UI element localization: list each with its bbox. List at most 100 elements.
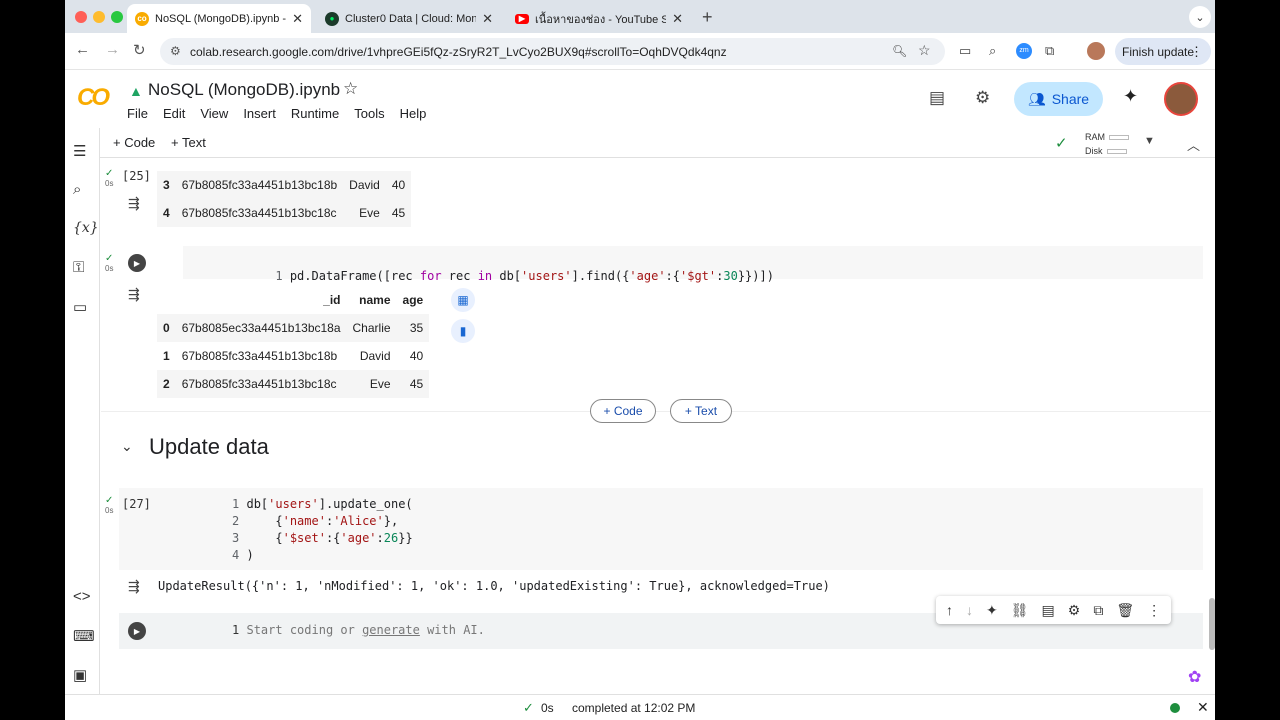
add-text-cell-button[interactable]: + Text xyxy=(171,135,206,150)
code-token: 'age' xyxy=(340,531,377,545)
cell-name: David xyxy=(359,349,391,363)
google-drive-icon[interactable]: ▲ xyxy=(129,83,143,99)
line-number: 1 xyxy=(232,623,240,637)
more-options-icon[interactable]: ⋮ xyxy=(1147,602,1161,619)
search-extension-icon[interactable]: ⌕ xyxy=(989,43,996,59)
vertical-scrollbar[interactable] xyxy=(1209,598,1215,650)
gemini-brain-icon[interactable]: ✿ xyxy=(1188,667,1201,687)
profile-avatar-small[interactable] xyxy=(1087,42,1105,60)
run-cell-button[interactable]: ▶ xyxy=(128,254,146,272)
code-token: 'users' xyxy=(521,269,572,283)
command-palette-icon[interactable]: ⌨ xyxy=(73,627,95,645)
menu-insert[interactable]: Insert xyxy=(243,106,276,121)
finish-update-button[interactable]: Finish update ⋮ xyxy=(1115,38,1211,65)
menu-tools[interactable]: Tools xyxy=(354,106,384,121)
finish-update-label: Finish update xyxy=(1122,44,1195,59)
cell-toolbar: ↑ ↓ ✦ ⛓ ▤ ⚙ ⧉ 🗑︎ ⋮ xyxy=(936,596,1172,624)
column-header-id: _id xyxy=(323,293,341,307)
menu-help[interactable]: Help xyxy=(400,106,427,121)
extensions-puzzle-icon[interactable]: ⧉ xyxy=(1045,43,1054,59)
close-tab-icon[interactable]: ✕ xyxy=(292,11,303,27)
add-text-cell-inline-button[interactable]: + Text xyxy=(670,399,732,423)
delete-trash-icon[interactable]: 🗑︎ xyxy=(1116,602,1134,619)
generate-link[interactable]: generate xyxy=(362,623,420,637)
ram-label: RAM xyxy=(1085,132,1105,142)
runtime-dropdown-icon[interactable]: ▼ xyxy=(1144,135,1155,147)
variables-icon[interactable]: {x} xyxy=(73,220,99,236)
site-info-icon[interactable]: ⚙ xyxy=(170,44,181,58)
files-folder-icon[interactable]: ▭ xyxy=(73,298,87,316)
resource-monitor[interactable]: RAM Disk xyxy=(1085,130,1129,158)
notebook-title[interactable]: NoSQL (MongoDB).ipynb xyxy=(148,80,340,100)
cell-output-text: UpdateResult({'n': 1, 'nModified': 1, 'o… xyxy=(158,579,830,593)
gemini-sparkle-icon[interactable]: ✦ xyxy=(986,602,998,619)
browser-tab-youtube[interactable]: ▶ เนื้อหาของช่อง - YouTube Studi ✕ xyxy=(507,4,691,33)
zoom-extension-icon[interactable]: zm xyxy=(1016,43,1032,59)
browser-tab-mongodb[interactable]: ● Cluster0 Data | Cloud: Mongo ✕ xyxy=(317,4,501,33)
add-code-cell-inline-button[interactable]: + Code xyxy=(590,399,656,423)
move-cell-down-icon[interactable]: ↓ xyxy=(966,602,973,618)
code-token: }, xyxy=(383,514,399,528)
table-view-icon[interactable]: ▦ xyxy=(451,288,475,312)
share-button[interactable]: 👥︎ Share xyxy=(1014,82,1103,116)
close-tab-icon[interactable]: ✕ xyxy=(482,11,493,27)
forward-icon[interactable]: → xyxy=(105,41,120,58)
comments-icon[interactable]: ▤ xyxy=(929,88,945,108)
link-icon[interactable]: ⛓ xyxy=(1011,602,1029,619)
menu-runtime[interactable]: Runtime xyxy=(291,106,339,121)
code-token: '$set' xyxy=(282,531,326,545)
close-tab-icon[interactable]: ✕ xyxy=(672,11,683,27)
tab-title: Cluster0 Data | Cloud: Mongo xyxy=(345,12,477,25)
output-actions-icon[interactable]: ⇶ xyxy=(128,286,140,303)
run-cell-button[interactable]: ▶ xyxy=(128,622,146,640)
code-token: ) xyxy=(246,548,254,562)
output-actions-icon[interactable]: ⇶ xyxy=(128,195,140,212)
maximize-window-button[interactable] xyxy=(111,11,123,23)
table-of-contents-icon[interactable]: ☰ xyxy=(73,142,86,160)
collapse-section-chevron-icon[interactable]: ⌄ xyxy=(121,438,133,455)
address-bar[interactable]: ⚙ colab.research.google.com/drive/1vhpre… xyxy=(160,38,945,65)
menu-edit[interactable]: Edit xyxy=(163,106,185,121)
status-check-icon: ✓ xyxy=(523,700,534,715)
output-actions-icon[interactable]: ⇶ xyxy=(128,578,140,595)
terminal-icon[interactable]: ▣ xyxy=(73,666,87,684)
tab-search-icon[interactable]: ⌄ xyxy=(1189,6,1211,28)
back-icon[interactable]: ← xyxy=(75,41,90,58)
chart-suggestion-icon[interactable]: ▮ xyxy=(451,319,475,343)
cell-settings-gear-icon[interactable]: ⚙ xyxy=(1068,602,1081,619)
settings-gear-icon[interactable]: ⚙ xyxy=(975,88,990,108)
bookmark-star-icon[interactable]: ☆ xyxy=(918,42,931,59)
code-token: 26 xyxy=(383,531,399,545)
share-label: Share xyxy=(1051,91,1090,107)
row-index: 3 xyxy=(157,171,176,199)
menu-view[interactable]: View xyxy=(200,106,228,121)
execution-count: [25] xyxy=(122,169,151,183)
minimize-window-button[interactable] xyxy=(93,11,105,23)
disk-label: Disk xyxy=(1085,146,1103,156)
close-status-icon[interactable]: ✕ xyxy=(1197,699,1209,716)
code-snippets-icon[interactable]: <> xyxy=(73,588,91,605)
dataframe-output: _id name age 0 67b8085ec33a4451b13bc18a … xyxy=(157,286,430,398)
zoom-icon[interactable]: 🔍︎ xyxy=(892,44,907,58)
cast-icon[interactable]: ▭ xyxy=(959,43,971,59)
move-cell-up-icon[interactable]: ↑ xyxy=(946,602,953,618)
star-icon[interactable]: ☆ xyxy=(343,79,358,99)
mirror-cell-icon[interactable]: ⧉ xyxy=(1093,602,1103,619)
status-completed-text[interactable]: completed at 12:02 PM xyxy=(572,701,695,715)
collapse-header-icon[interactable]: ︿ xyxy=(1187,135,1200,154)
secrets-key-icon[interactable]: ⚿ xyxy=(73,259,84,276)
menu-file[interactable]: File xyxy=(127,106,148,121)
browser-tab-colab[interactable]: co NoSQL (MongoDB).ipynb - Co ✕ xyxy=(127,4,311,33)
find-replace-icon[interactable]: ⌕ xyxy=(73,181,81,198)
new-tab-button[interactable]: + xyxy=(702,7,713,28)
code-line: 4 ) xyxy=(232,548,254,562)
cell-age: 45 xyxy=(396,370,430,398)
reload-icon[interactable]: ↻ xyxy=(133,41,146,59)
user-avatar[interactable] xyxy=(1164,82,1198,116)
close-window-button[interactable] xyxy=(75,11,87,23)
cell-placeholder[interactable]: 1 Start coding or generate with AI. xyxy=(232,623,485,637)
colab-logo[interactable]: CO xyxy=(77,84,110,112)
comment-icon[interactable]: ▤ xyxy=(1042,602,1055,619)
add-code-cell-button[interactable]: + Code xyxy=(113,135,155,150)
gemini-sparkle-icon[interactable]: ✦ xyxy=(1123,86,1138,107)
